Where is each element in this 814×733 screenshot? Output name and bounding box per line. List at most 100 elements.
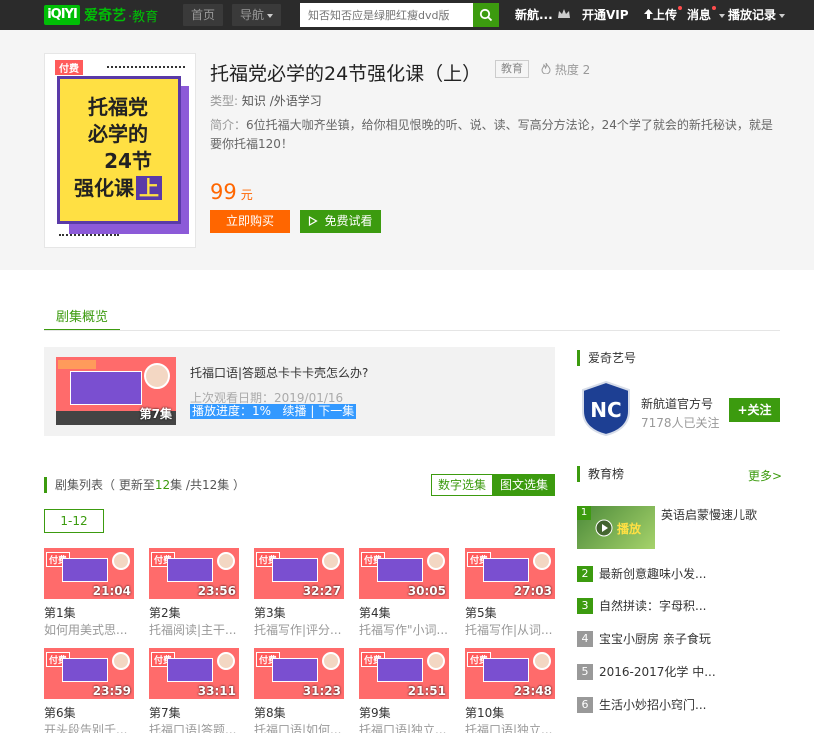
avatar [112, 552, 130, 570]
episode-subtitle[interactable]: 托福写作"小词... [359, 621, 449, 638]
nav-home-link[interactable]: 首页 [183, 4, 224, 26]
episode-thumbnail[interactable]: 付费 23:48 [465, 648, 555, 699]
rank-item[interactable]: 4 宝宝小厨房 亲子食玩 [577, 630, 711, 647]
tab-overview[interactable]: 剧集概览 [44, 306, 120, 331]
nav-guide-link[interactable]: 导航 [232, 4, 282, 26]
episode-thumbnail[interactable]: 付费 27:03 [465, 548, 555, 599]
cover-dots-bottom [59, 234, 119, 236]
rank-1-title[interactable]: 英语启蒙慢速儿歌 [661, 506, 781, 523]
episode-subtitle[interactable]: 托福口语|如何... [254, 721, 344, 733]
avatar [533, 552, 551, 570]
rank-item[interactable]: 3 自然拼读：字母积... [577, 597, 707, 614]
course-cover[interactable]: 付费 托福党 必学的 24节 强化课上 [44, 53, 196, 248]
episode-number[interactable]: 第4集 [359, 604, 391, 621]
rank-item[interactable]: 6 生活小妙招小窍门... [577, 696, 706, 713]
avatar [217, 552, 235, 570]
episode-head-prefix: 剧集列表（ 更新至 [55, 478, 155, 492]
search-input[interactable] [300, 3, 473, 27]
episode-subtitle[interactable]: 托福口语|独立... [465, 721, 555, 733]
last-watched-title[interactable]: 托福口语|答题总卡卡卡壳怎么办? [190, 364, 368, 381]
search-button[interactable] [473, 3, 499, 27]
rank-title: 宝宝小厨房 亲子食玩 [599, 632, 711, 646]
episode-number[interactable]: 第1集 [44, 604, 76, 621]
avatar [217, 652, 235, 670]
episode-subtitle[interactable]: 托福口语|答题... [149, 721, 239, 733]
history-label: 播放记录 [728, 8, 777, 22]
last-watched-thumbnail[interactable]: 第7集 [56, 357, 176, 425]
next-episode-link[interactable]: 下一集 [318, 404, 354, 418]
account-logo[interactable]: NC [581, 381, 631, 436]
episode-thumbnail[interactable]: 付费 23:56 [149, 548, 239, 599]
vip-link[interactable]: 开通VIP [582, 6, 629, 23]
logo[interactable]: iQIYI 爱奇艺 ·教育 [44, 4, 158, 26]
episode-number[interactable]: 第10集 [465, 704, 504, 721]
progress-label: 播放进度：1% [192, 404, 272, 418]
last-watched-progress: 播放进度：1% 续播 | 下一集 [190, 404, 357, 419]
episode-head-total: 12集 ） [201, 478, 246, 492]
rank-item[interactable]: 2 最新创意趣味小发... [577, 565, 707, 582]
picture-select-tab[interactable]: 图文选集 [493, 474, 555, 496]
episode-item[interactable]: 付费 27:03 第5集 托福写作|从词... [465, 548, 555, 638]
rank-1-thumbnail[interactable]: 1 播放 [577, 506, 655, 549]
thumb-panel [167, 658, 213, 682]
episode-head-mid: 集 /共 [170, 478, 202, 492]
more-link[interactable]: 更多> [748, 467, 782, 484]
episode-item[interactable]: 付费 21:04 第1集 如何用美式思... [44, 548, 134, 638]
episode-number[interactable]: 第5集 [465, 604, 497, 621]
rank-number: 2 [577, 565, 593, 582]
episode-thumbnail[interactable]: 付费 33:11 [149, 648, 239, 699]
numeric-select-tab[interactable]: 数字选集 [431, 474, 493, 496]
buy-now-button[interactable]: 立即购买 [210, 210, 290, 233]
thumb-panel [272, 558, 318, 582]
account-section-title: 爱奇艺号 [577, 350, 636, 366]
category-badge[interactable]: 教育 [495, 60, 529, 78]
episode-subtitle[interactable]: 开头段告别千... [44, 721, 134, 733]
episode-thumbnail[interactable]: 付费 30:05 [359, 548, 449, 599]
episode-thumbnail[interactable]: 付费 23:59 [44, 648, 134, 699]
episode-subtitle[interactable]: 托福阅读|主干... [149, 621, 239, 638]
episode-subtitle[interactable]: 托福口语|独立... [359, 721, 449, 733]
messages-link[interactable]: 消息 [687, 6, 726, 23]
episode-item[interactable]: 付费 23:59 第6集 开头段告别千... [44, 648, 134, 733]
episode-number[interactable]: 第8集 [254, 704, 286, 721]
episode-thumbnail[interactable]: 付费 21:04 [44, 548, 134, 599]
user-menu[interactable]: 新航... [515, 6, 571, 23]
episode-number[interactable]: 第6集 [44, 704, 76, 721]
rank-item[interactable]: 5 2016-2017化学 中... [577, 663, 716, 680]
episode-item[interactable]: 付费 23:48 第10集 托福口语|独立... [465, 648, 555, 733]
cover-title-line: 必学的 [88, 122, 148, 146]
episode-item[interactable]: 付费 21:51 第9集 托福口语|独立... [359, 648, 449, 733]
course-price: 99 元 [210, 180, 253, 204]
rank-title: 自然拼读：字母积... [599, 599, 707, 613]
episode-item[interactable]: 付费 32:27 第3集 托福写作|评分... [254, 548, 344, 638]
episode-item[interactable]: 付费 31:23 第8集 托福口语|如何... [254, 648, 344, 733]
thumb-panel [70, 371, 142, 405]
episode-item[interactable]: 付费 33:11 第7集 托福口语|答题... [149, 648, 239, 733]
cover-title-line: 24节 [104, 149, 152, 173]
last-watched-episode: 第7集 [139, 407, 172, 421]
episode-item[interactable]: 付费 23:56 第2集 托福阅读|主干... [149, 548, 239, 638]
type-value[interactable]: 知识 /外语学习 [242, 94, 322, 108]
episode-number[interactable]: 第7集 [149, 704, 181, 721]
episode-subtitle[interactable]: 托福写作|从词... [465, 621, 555, 638]
episode-number[interactable]: 第2集 [149, 604, 181, 621]
rank-title: 最新创意趣味小发... [599, 567, 707, 581]
episode-item[interactable]: 付费 30:05 第4集 托福写作"小词... [359, 548, 449, 638]
episode-number[interactable]: 第3集 [254, 604, 286, 621]
episode-subtitle[interactable]: 托福写作|评分... [254, 621, 344, 638]
episode-thumbnail[interactable]: 付费 31:23 [254, 648, 344, 699]
notification-dot [712, 6, 717, 10]
free-trial-button[interactable]: 免费试看 [300, 210, 381, 233]
upload-link[interactable]: 上传 [644, 6, 683, 23]
follow-button[interactable]: +关注 [729, 398, 780, 422]
thumb-panel [167, 558, 213, 582]
history-link[interactable]: 播放记录 [728, 6, 786, 23]
logo-sub: ·教育 [128, 9, 159, 25]
episode-range-tab[interactable]: 1-12 [44, 509, 104, 533]
episode-thumbnail[interactable]: 付费 32:27 [254, 548, 344, 599]
account-name[interactable]: 新航道官方号 [641, 395, 713, 412]
episode-thumbnail[interactable]: 付费 21:51 [359, 648, 449, 699]
episode-subtitle[interactable]: 如何用美式思... [44, 621, 134, 638]
continue-link[interactable]: 续播 [283, 404, 307, 418]
episode-number[interactable]: 第9集 [359, 704, 391, 721]
